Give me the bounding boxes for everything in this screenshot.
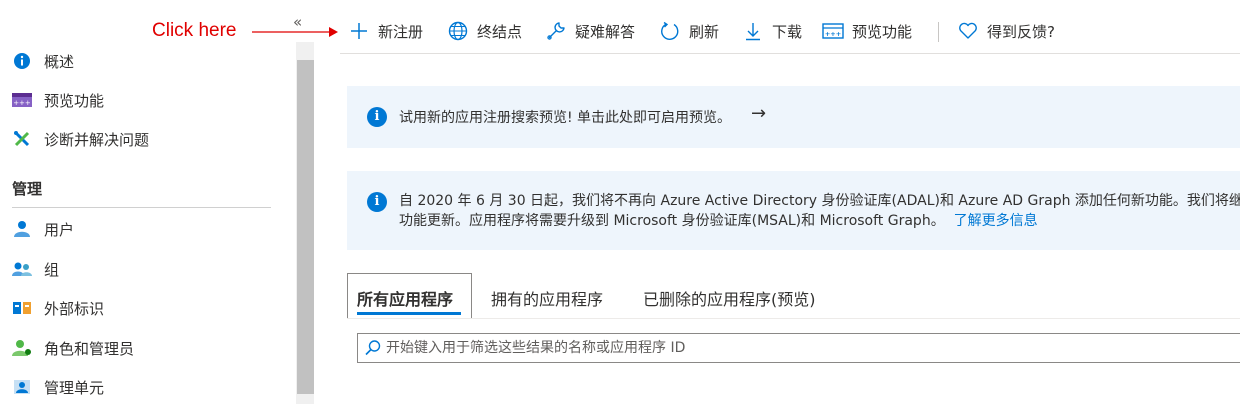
download-button[interactable]: 下载 [742, 18, 802, 44]
sidebar-item-label: 用户 [44, 220, 75, 239]
sidebar-item-label: 外部标识 [44, 299, 105, 318]
sidebar-item-diagnose[interactable]: 诊断并解决问题 [12, 125, 149, 153]
info-icon [12, 51, 32, 71]
sidebar-item-label: 角色和管理员 [44, 339, 135, 358]
sidebar-item-external-identities[interactable]: 外部标识 [12, 294, 104, 322]
tab-all-applications[interactable]: 所有应用程序 [357, 286, 453, 310]
plus-icon [348, 20, 370, 42]
arrow-right-icon[interactable]: → [751, 103, 766, 124]
adal-notice-line2: 功能更新。应用程序将需要升级到 Microsoft 身份验证库(MSAL)和 M… [399, 213, 945, 229]
toolbar-separator [938, 22, 939, 42]
filter-box[interactable] [357, 333, 1240, 363]
refresh-label: 刷新 [689, 22, 720, 41]
section-divider [12, 207, 271, 208]
sidebar-item-label: 组 [44, 260, 60, 279]
search-preview-text: 试用新的应用注册搜索预览! 单击此处即可启用预览。 [399, 110, 732, 126]
heart-icon [957, 20, 979, 42]
svg-text:+++: +++ [13, 99, 31, 107]
preview-features-icon: +++ [12, 90, 32, 110]
sidebar-item-users[interactable]: 用户 [12, 215, 74, 243]
refresh-icon [659, 20, 681, 42]
new-registration-label: 新注册 [378, 22, 424, 41]
wrench-icon [545, 20, 567, 42]
sidebar-item-admin-units[interactable]: 管理单元 [12, 373, 104, 401]
sidebar-item-label: 管理单元 [44, 378, 105, 397]
sidebar-item-preview-features[interactable]: +++ 预览功能 [12, 86, 104, 114]
external-identities-icon [12, 298, 32, 318]
preview-features-button[interactable]: +++ 预览功能 [822, 18, 912, 44]
preview-features-label: 预览功能 [852, 22, 913, 41]
search-icon [364, 339, 382, 361]
roles-admins-icon [12, 338, 32, 358]
command-bar: 新注册 终结点 疑难解答 刷新 下载 +++ 预览功能 得到反馈? [340, 12, 1240, 52]
svg-text:+++: +++ [825, 30, 841, 38]
adal-notice-line1: 自 2020 年 6 月 30 日起，我们将不再向 Azure Active D… [399, 193, 1240, 209]
click-here-annotation: Click here [152, 20, 237, 41]
tab-owned-applications[interactable]: 拥有的应用程序 [491, 286, 603, 310]
tab-active-indicator [357, 312, 461, 315]
group-icon [12, 259, 32, 279]
troubleshooting-button[interactable]: 疑难解答 [545, 18, 635, 44]
user-icon [12, 219, 32, 239]
annotation-arrow-icon [252, 27, 338, 37]
troubleshooting-label: 疑难解答 [575, 22, 636, 41]
download-label: 下载 [772, 22, 803, 41]
sidebar-item-groups[interactable]: 组 [12, 255, 59, 283]
new-registration-button[interactable]: 新注册 [348, 18, 423, 44]
endpoints-button[interactable]: 终结点 [447, 18, 522, 44]
tab-divider [347, 318, 1240, 319]
admin-units-icon [12, 377, 32, 397]
info-icon: i [367, 192, 387, 212]
learn-more-link[interactable]: 了解更多信息 [954, 213, 1038, 229]
sidebar-item-label: 概述 [44, 52, 75, 71]
globe-icon [447, 20, 469, 42]
sidebar-scrollbar-thumb[interactable] [297, 60, 314, 394]
refresh-button[interactable]: 刷新 [659, 18, 719, 44]
adal-notice-banner: i 自 2020 年 6 月 30 日起，我们将不再向 Azure Active… [347, 171, 1240, 250]
wrench-cross-icon [12, 129, 32, 149]
preview-features-icon: +++ [822, 20, 844, 42]
feedback-button[interactable]: 得到反馈? [957, 18, 1055, 44]
section-title-manage: 管理 [12, 180, 43, 198]
endpoints-label: 终结点 [477, 22, 523, 41]
sidebar-nav: 概述 +++ 预览功能 诊断并解决问题 管理 用户 组 外部标识 角色和管理员 … [0, 0, 295, 404]
sidebar-item-label: 诊断并解决问题 [44, 130, 150, 149]
toolbar-divider [340, 53, 1240, 54]
sidebar-item-overview[interactable]: 概述 [12, 47, 74, 75]
adal-notice-text: 自 2020 年 6 月 30 日起，我们将不再向 Azure Active D… [399, 191, 1240, 231]
sidebar-item-label: 预览功能 [44, 91, 105, 110]
tab-deleted-applications[interactable]: 已删除的应用程序(预览) [643, 286, 816, 310]
feedback-label: 得到反馈? [987, 22, 1055, 41]
sidebar-item-roles-admins[interactable]: 角色和管理员 [12, 334, 134, 362]
info-icon: i [367, 107, 387, 127]
search-preview-banner[interactable]: i 试用新的应用注册搜索预览! 单击此处即可启用预览。 → [347, 86, 1240, 148]
adal-notice-line2-wrap: 功能更新。应用程序将需要升级到 Microsoft 身份验证库(MSAL)和 M… [399, 211, 1240, 231]
filter-input[interactable] [386, 334, 1086, 362]
download-icon [742, 20, 764, 42]
